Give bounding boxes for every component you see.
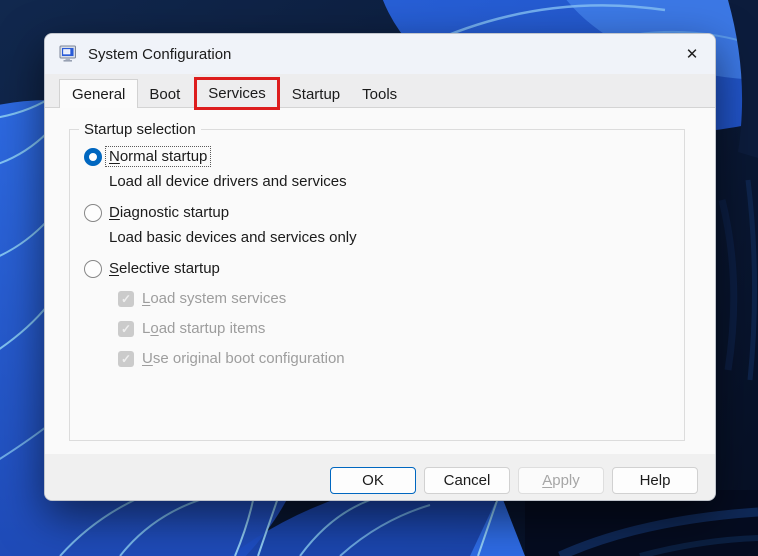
tab-boot[interactable]: Boot [138, 81, 191, 107]
checkbox-label-use-original-boot-configuration: Use original boot configuration [142, 350, 345, 367]
radio-label-diagnostic-startup: Diagnostic startup [109, 204, 230, 221]
close-icon: ✕ [685, 46, 699, 63]
checkbox-row-load-system-services[interactable]: ✓ Load system services [118, 290, 286, 307]
tab-services[interactable]: Services [197, 80, 277, 107]
description-diagnostic-startup: Load basic devices and services only [109, 229, 357, 246]
startup-selection-group: Startup selection Normal startup Load al… [69, 121, 685, 441]
radio-label-normal-startup: Normal startup [104, 146, 212, 167]
msconfig-app-icon [59, 45, 78, 64]
description-normal-startup: Load all device drivers and services [109, 173, 347, 190]
checkbox-row-load-startup-items[interactable]: ✓ Load startup items [118, 320, 265, 337]
check-icon: ✓ [120, 321, 132, 336]
radio-row-diagnostic-startup[interactable]: Diagnostic startup [84, 203, 232, 222]
check-icon: ✓ [120, 351, 132, 366]
system-configuration-window: System Configuration ✕ General Boot Serv… [44, 33, 716, 501]
tab-tools[interactable]: Tools [351, 81, 408, 107]
ok-button[interactable]: OK [330, 467, 416, 494]
radio-row-normal-startup[interactable]: Normal startup [84, 146, 212, 167]
general-tab-page: Startup selection Normal startup Load al… [45, 108, 715, 454]
radio-label-selective-startup: Selective startup [109, 260, 220, 277]
desktop: System Configuration ✕ General Boot Serv… [0, 0, 758, 556]
help-button[interactable]: Help [612, 467, 698, 494]
radio-button-normal-startup[interactable] [84, 147, 102, 166]
radio-button-selective-startup[interactable] [84, 259, 102, 278]
dialog-footer: OK Cancel Apply Help [45, 454, 715, 500]
tab-general[interactable]: General [59, 79, 139, 108]
annotation-red-box-services-tab: Services [194, 77, 280, 110]
tab-bar: General Boot Services Startup Tools [45, 74, 715, 110]
group-title: Startup selection [79, 121, 201, 138]
apply-button[interactable]: Apply [518, 467, 604, 494]
check-icon: ✓ [120, 291, 132, 306]
checkbox-label-load-system-services: Load system services [142, 290, 287, 307]
close-button[interactable]: ✕ [677, 39, 707, 69]
checkbox-label-load-startup-items: Load startup items [142, 320, 266, 337]
checkbox-load-system-services[interactable]: ✓ [118, 290, 134, 307]
title-bar: System Configuration ✕ [45, 34, 715, 74]
radio-row-selective-startup[interactable]: Selective startup [84, 259, 223, 278]
tab-startup[interactable]: Startup [281, 81, 351, 107]
checkbox-load-startup-items[interactable]: ✓ [118, 320, 134, 337]
checkbox-use-original-boot-configuration[interactable]: ✓ [118, 350, 134, 367]
window-title: System Configuration [88, 45, 232, 63]
checkbox-row-use-original-boot-configuration[interactable]: ✓ Use original boot configuration [118, 350, 345, 367]
radio-button-diagnostic-startup[interactable] [84, 203, 102, 222]
cancel-button[interactable]: Cancel [424, 467, 510, 494]
